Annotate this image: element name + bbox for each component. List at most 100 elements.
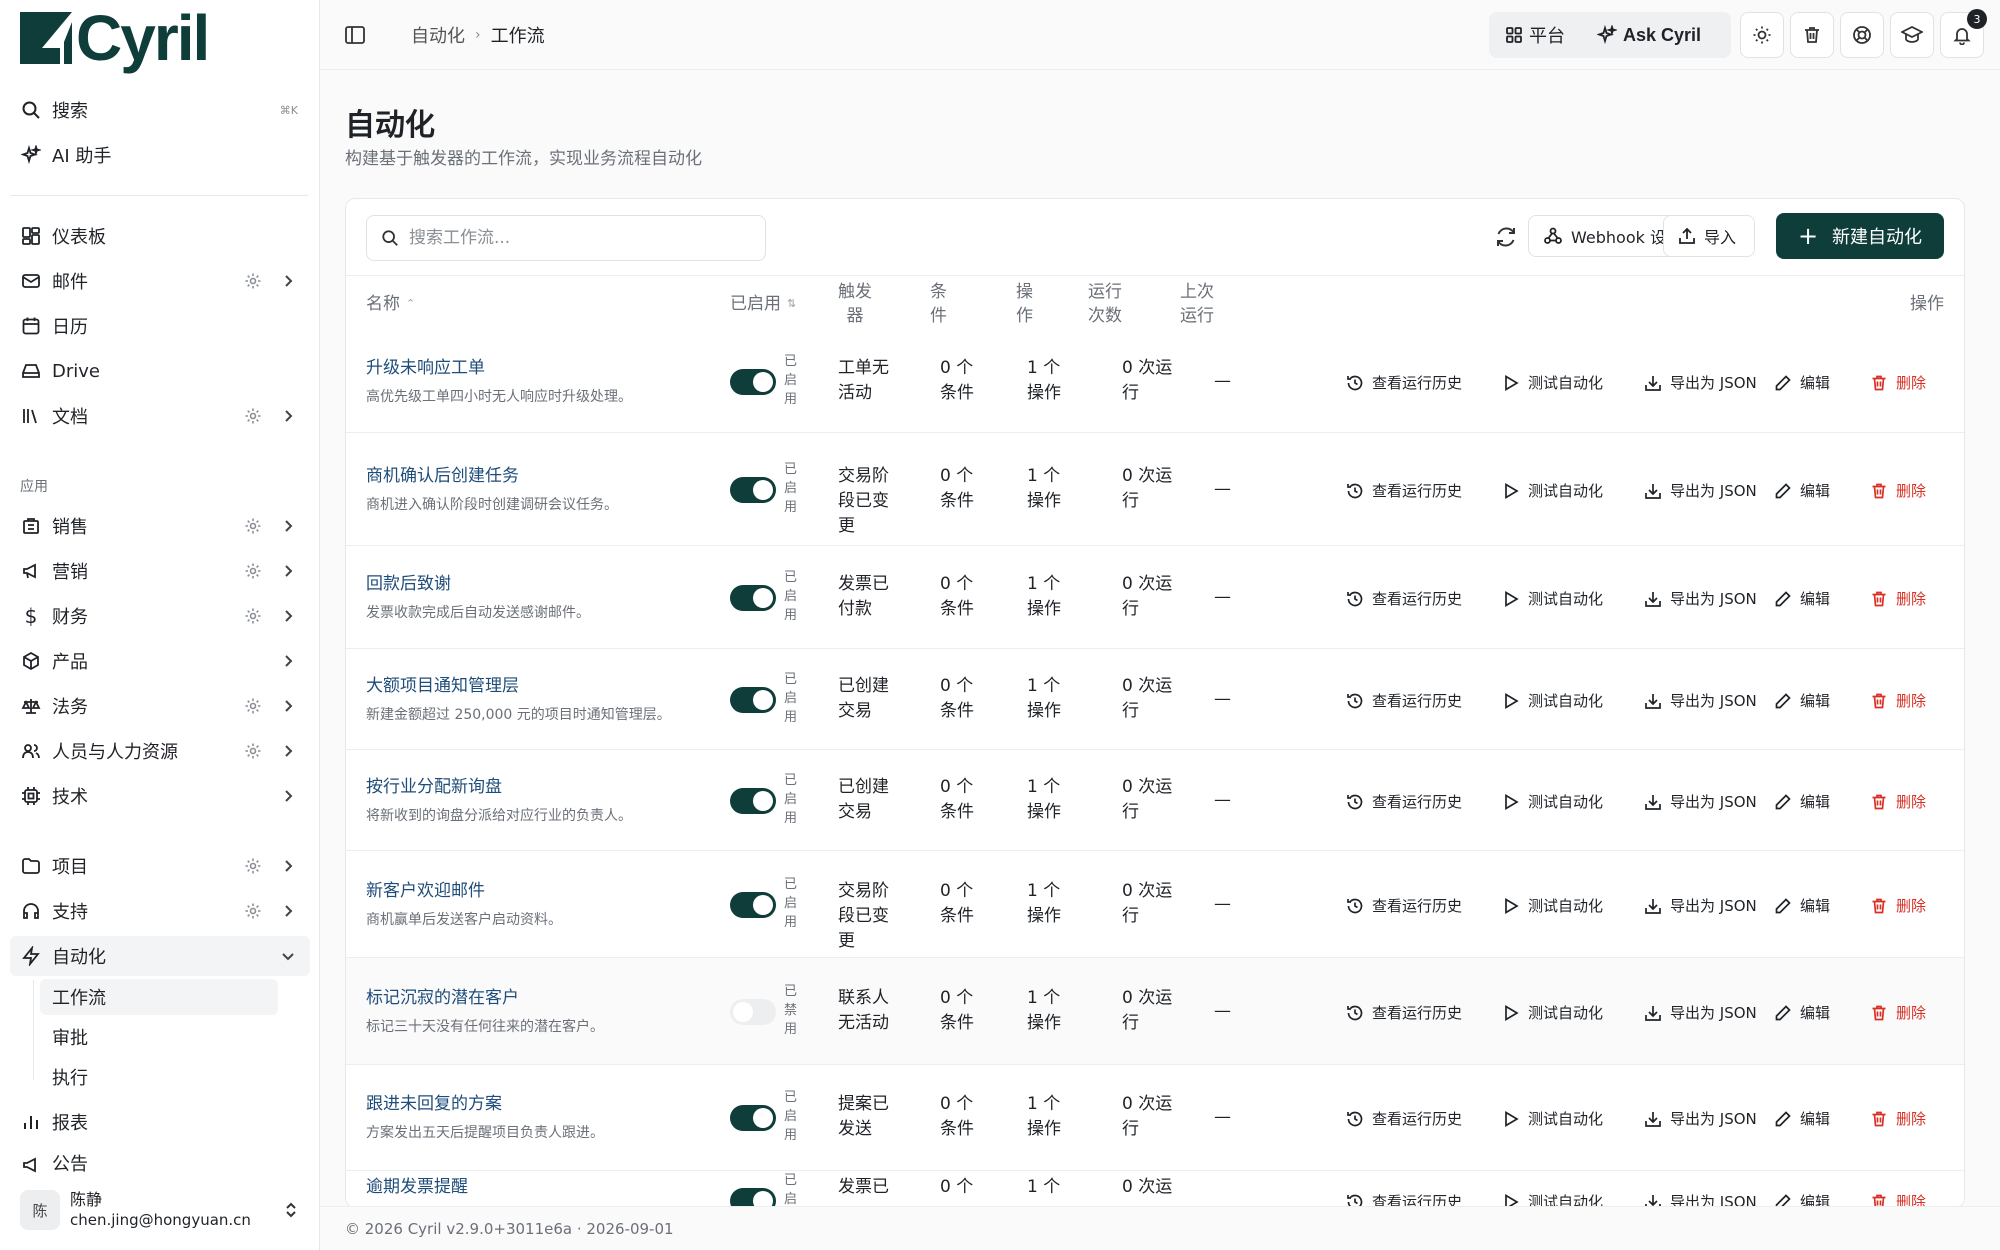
column-header-name[interactable]: 名称 ⌃ bbox=[366, 276, 415, 332]
chevrons-up-down-icon[interactable] bbox=[282, 1201, 300, 1219]
enabled-toggle[interactable] bbox=[730, 477, 776, 503]
gear-icon[interactable] bbox=[244, 697, 262, 715]
sidebar-item-legal[interactable]: 法务 bbox=[10, 686, 310, 726]
platform-button[interactable]: 平台 bbox=[1489, 22, 1581, 48]
export-json-button[interactable]: 导出为 JSON bbox=[1644, 895, 1757, 916]
sidebar-item-support[interactable]: 支持 bbox=[10, 891, 310, 931]
gear-icon[interactable] bbox=[244, 742, 262, 760]
edit-button[interactable]: 编辑 bbox=[1774, 690, 1830, 711]
gear-icon[interactable] bbox=[244, 272, 262, 290]
export-json-button[interactable]: 导出为 JSON bbox=[1644, 372, 1757, 393]
chevron-right-icon[interactable] bbox=[280, 273, 296, 289]
sidebar-toggle-icon[interactable] bbox=[344, 24, 366, 46]
test-automation-button[interactable]: 测试自动化 bbox=[1502, 690, 1603, 711]
delete-button[interactable]: 删除 bbox=[1870, 791, 1926, 812]
breadcrumb-item[interactable]: 自动化 bbox=[411, 22, 465, 48]
workflow-name-link[interactable]: 标记沉寂的潜在客户 bbox=[366, 986, 716, 1011]
view-run-history-button[interactable]: 查看运行历史 bbox=[1346, 1108, 1462, 1129]
workflow-name-link[interactable]: 跟进未回复的方案 bbox=[366, 1092, 716, 1117]
column-header-actions[interactable]: 操作 bbox=[1016, 276, 1036, 332]
enabled-toggle[interactable] bbox=[730, 369, 776, 395]
chevron-right-icon[interactable] bbox=[280, 788, 296, 804]
edit-button[interactable]: 编辑 bbox=[1774, 895, 1830, 916]
sidebar-item-tech[interactable]: 技术 bbox=[10, 776, 310, 816]
view-run-history-button[interactable]: 查看运行历史 bbox=[1346, 372, 1462, 393]
column-header-enabled[interactable]: 已启用 ⇅ bbox=[730, 276, 796, 332]
workflow-name-link[interactable]: 按行业分配新询盘 bbox=[366, 775, 716, 800]
user-menu[interactable]: 陈 陈静 chen.jing@hongyuan.cn bbox=[10, 1178, 310, 1242]
chevron-right-icon[interactable] bbox=[280, 743, 296, 759]
enabled-toggle[interactable] bbox=[730, 1188, 776, 1207]
export-json-button[interactable]: 导出为 JSON bbox=[1644, 791, 1757, 812]
gear-icon[interactable] bbox=[244, 517, 262, 535]
new-automation-button[interactable]: + 新建自动化 bbox=[1776, 213, 1944, 259]
sidebar-ai-assistant[interactable]: AI 助手 bbox=[10, 135, 310, 175]
sidebar-item-product[interactable]: 产品 bbox=[10, 641, 310, 681]
delete-button[interactable]: 删除 bbox=[1870, 895, 1926, 916]
delete-button[interactable]: 删除 bbox=[1870, 480, 1926, 501]
view-run-history-button[interactable]: 查看运行历史 bbox=[1346, 1002, 1462, 1023]
workflow-name-link[interactable]: 新客户欢迎邮件 bbox=[366, 879, 716, 904]
delete-button[interactable]: 删除 bbox=[1870, 1002, 1926, 1023]
chevron-right-icon[interactable] bbox=[280, 408, 296, 424]
help-button[interactable] bbox=[1840, 12, 1884, 58]
sidebar-item-hr[interactable]: 人员与人力资源 bbox=[10, 731, 310, 771]
ask-cyril-button[interactable]: Ask Cyril bbox=[1581, 25, 1717, 46]
chevron-right-icon[interactable] bbox=[280, 563, 296, 579]
sidebar-subitem-workflows[interactable]: 工作流 bbox=[40, 979, 278, 1015]
enabled-toggle[interactable] bbox=[730, 1105, 776, 1131]
export-json-button[interactable]: 导出为 JSON bbox=[1644, 1002, 1757, 1023]
workflow-name-link[interactable]: 升级未响应工单 bbox=[366, 356, 716, 381]
chevron-right-icon[interactable] bbox=[280, 903, 296, 919]
enabled-toggle[interactable] bbox=[730, 999, 776, 1025]
theme-toggle-button[interactable] bbox=[1740, 12, 1784, 58]
sidebar-search[interactable]: 搜索 ⌘K bbox=[10, 90, 310, 130]
sidebar-item-mail[interactable]: 邮件 bbox=[10, 261, 310, 301]
export-json-button[interactable]: 导出为 JSON bbox=[1644, 480, 1757, 501]
view-run-history-button[interactable]: 查看运行历史 bbox=[1346, 690, 1462, 711]
gear-icon[interactable] bbox=[244, 857, 262, 875]
import-button[interactable]: 导入 bbox=[1663, 215, 1755, 257]
test-automation-button[interactable]: 测试自动化 bbox=[1502, 588, 1603, 609]
trash-button[interactable] bbox=[1790, 12, 1834, 58]
chevron-down-icon[interactable] bbox=[280, 948, 296, 964]
workflow-name-link[interactable]: 大额项目通知管理层 bbox=[366, 674, 716, 699]
test-automation-button[interactable]: 测试自动化 bbox=[1502, 1108, 1603, 1129]
enabled-toggle[interactable] bbox=[730, 892, 776, 918]
edit-button[interactable]: 编辑 bbox=[1774, 1002, 1830, 1023]
delete-button[interactable]: 删除 bbox=[1870, 372, 1926, 393]
gear-icon[interactable] bbox=[244, 607, 262, 625]
notifications-button[interactable]: 3 bbox=[1940, 9, 1987, 58]
sidebar-item-calendar[interactable]: 日历 bbox=[10, 306, 310, 346]
column-header-last-run[interactable]: 上次运行 bbox=[1180, 276, 1220, 332]
test-automation-button[interactable]: 测试自动化 bbox=[1502, 1002, 1603, 1023]
edit-button[interactable]: 编辑 bbox=[1774, 372, 1830, 393]
column-header-conditions[interactable]: 条件 bbox=[930, 276, 950, 332]
test-automation-button[interactable]: 测试自动化 bbox=[1502, 791, 1603, 812]
brand-logo[interactable]: Cyril bbox=[20, 6, 210, 70]
test-automation-button[interactable]: 测试自动化 bbox=[1502, 372, 1603, 393]
workflow-name-link[interactable]: 逾期发票提醒 bbox=[366, 1175, 716, 1200]
export-json-button[interactable]: 导出为 JSON bbox=[1644, 588, 1757, 609]
gear-icon[interactable] bbox=[244, 562, 262, 580]
refresh-icon[interactable] bbox=[1494, 225, 1520, 251]
test-automation-button[interactable]: 测试自动化 bbox=[1502, 895, 1603, 916]
column-header-runs[interactable]: 运行次数 bbox=[1088, 276, 1128, 332]
workflow-name-link[interactable]: 商机确认后创建任务 bbox=[366, 464, 716, 489]
workflow-name-link[interactable]: 回款后致谢 bbox=[366, 572, 716, 597]
edit-button[interactable]: 编辑 bbox=[1774, 1108, 1830, 1129]
gear-icon[interactable] bbox=[244, 407, 262, 425]
view-run-history-button[interactable]: 查看运行历史 bbox=[1346, 480, 1462, 501]
chevron-right-icon[interactable] bbox=[280, 858, 296, 874]
enabled-toggle[interactable] bbox=[730, 687, 776, 713]
sidebar-item-docs[interactable]: 文档 bbox=[10, 396, 310, 436]
chevron-right-icon[interactable] bbox=[280, 698, 296, 714]
sidebar-item-reports[interactable]: 报表 bbox=[10, 1102, 310, 1142]
chevron-right-icon[interactable] bbox=[280, 653, 296, 669]
delete-button[interactable]: 删除 bbox=[1870, 588, 1926, 609]
view-run-history-button[interactable]: 查看运行历史 bbox=[1346, 588, 1462, 609]
sidebar-item-finance[interactable]: $ 财务 bbox=[10, 596, 310, 636]
export-json-button[interactable]: 导出为 JSON bbox=[1644, 1108, 1757, 1129]
search-input[interactable] bbox=[409, 228, 749, 248]
sidebar-item-marketing[interactable]: 营销 bbox=[10, 551, 310, 591]
